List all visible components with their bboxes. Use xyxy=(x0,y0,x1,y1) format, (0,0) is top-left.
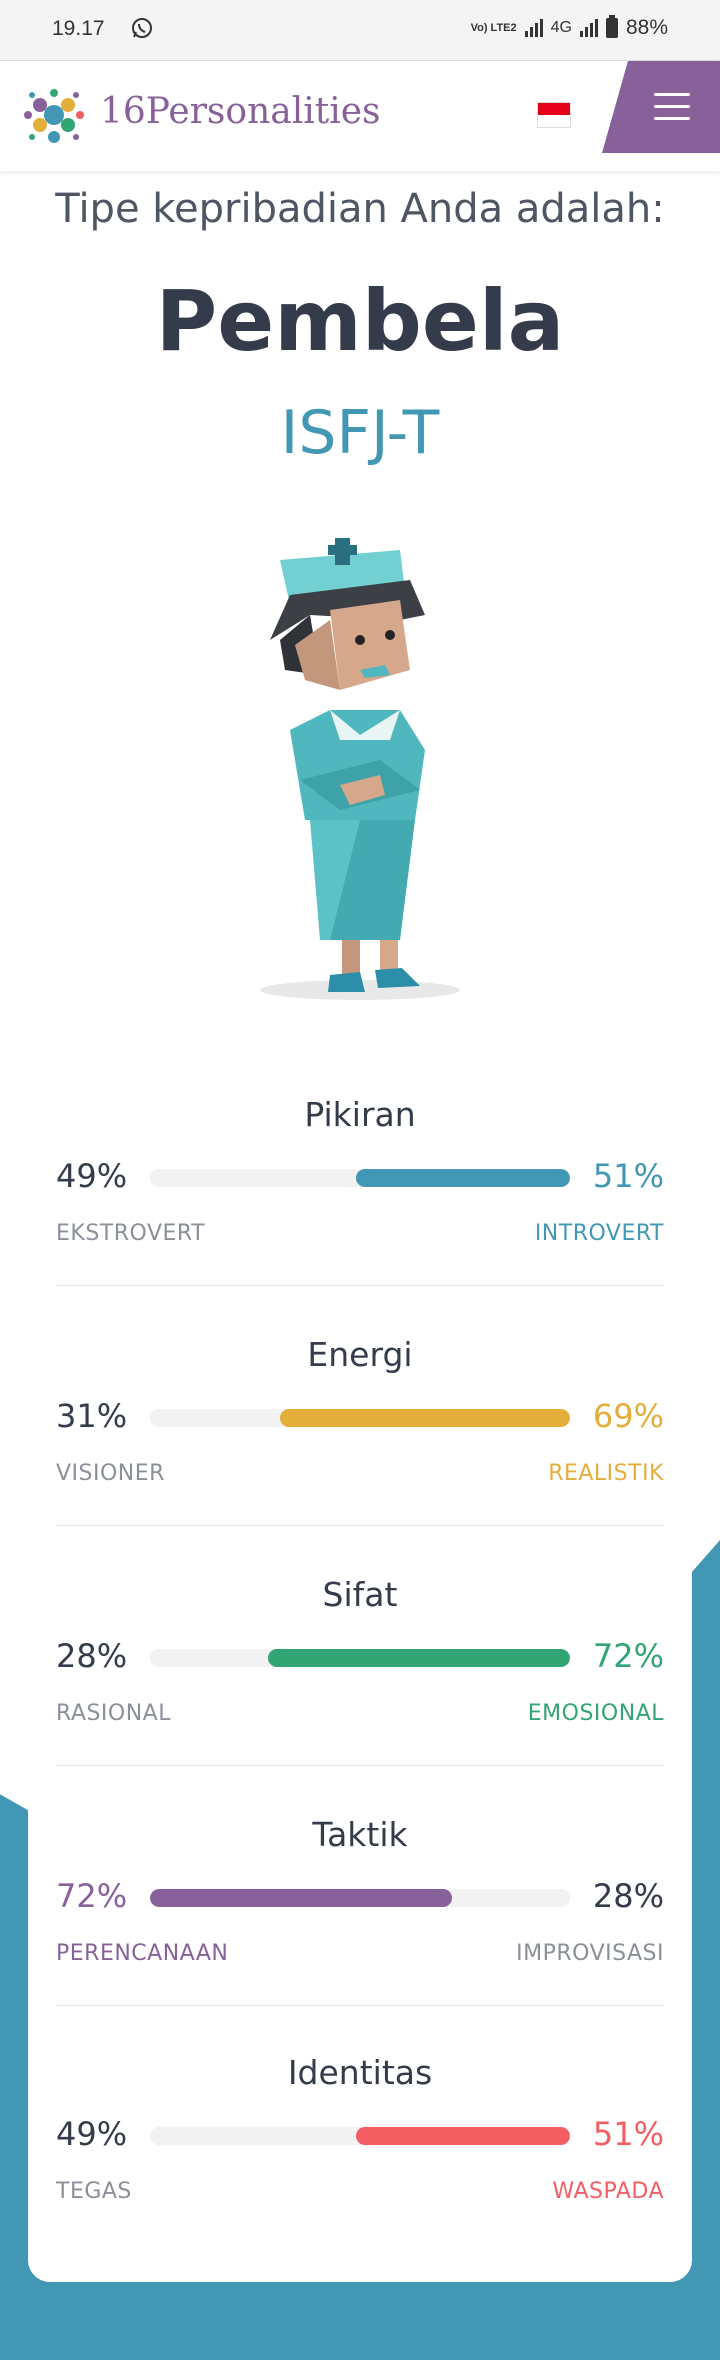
trait-left-percent: 72% xyxy=(56,1877,128,1915)
result-subtitle: Tipe kepribadian Anda adalah: xyxy=(55,186,665,232)
trait-row: Taktik 72% 28% PERENCANAAN IMPROVISASI xyxy=(56,1815,664,2045)
trait-right-percent: 51% xyxy=(592,1157,664,1195)
trait-bar-track xyxy=(150,1649,570,1667)
trait-divider xyxy=(56,1525,664,1526)
trait-divider xyxy=(56,1765,664,1766)
trait-right-percent: 72% xyxy=(592,1637,664,1675)
trait-bar-fill xyxy=(356,1169,570,1187)
trait-right-percent: 28% xyxy=(592,1877,664,1915)
trait-bar-fill xyxy=(356,2127,570,2145)
status-time: 19.17 xyxy=(52,17,105,40)
trait-left-label: VISIONER xyxy=(56,1461,165,1486)
site-header: 16Personalities xyxy=(0,61,720,171)
trait-title: Energi xyxy=(307,1335,413,1374)
trait-divider xyxy=(56,2005,664,2006)
trait-bar-fill xyxy=(150,1889,452,1907)
logo-icon[interactable] xyxy=(18,79,90,151)
trait-right-percent: 51% xyxy=(592,2115,664,2153)
trait-left-label: TEGAS xyxy=(56,2179,132,2204)
trait-bar-track xyxy=(150,1889,570,1907)
personality-name: Pembela xyxy=(155,272,565,370)
whatsapp-icon xyxy=(132,18,152,38)
battery-level: 88% xyxy=(625,16,668,39)
trait-left-label: RASIONAL xyxy=(56,1701,171,1726)
trait-title: Identitas xyxy=(287,2053,433,2092)
personality-code: ISFJ-T xyxy=(280,398,440,468)
trait-right-label: REALISTIK xyxy=(548,1461,664,1486)
hamburger-icon xyxy=(654,93,690,129)
trait-bar-fill xyxy=(280,1409,570,1427)
trait-title: Sifat xyxy=(322,1575,398,1614)
trait-divider xyxy=(56,1285,664,1286)
trait-left-label: EKSTROVERT xyxy=(56,1221,206,1246)
indonesia-flag-icon[interactable] xyxy=(537,102,571,128)
trait-row: Energi 31% 69% VISIONER REALISTIK xyxy=(56,1335,664,1565)
network-type: 4G xyxy=(550,19,572,36)
trait-left-percent: 28% xyxy=(56,1637,128,1675)
trait-bar-track xyxy=(150,2127,570,2145)
trait-left-percent: 49% xyxy=(56,1157,128,1195)
trait-right-label: WASPADA xyxy=(552,2179,664,2204)
status-bar: 19.17 Vo) LTE2 4G 88% xyxy=(0,0,720,61)
trait-bar-track xyxy=(150,1169,570,1187)
volte-indicator: Vo) LTE2 xyxy=(470,21,517,34)
trait-right-label: IMPROVISASI xyxy=(516,1941,664,1966)
trait-right-percent: 69% xyxy=(592,1397,664,1435)
trait-left-percent: 49% xyxy=(56,2115,128,2153)
trait-left-label: PERENCANAAN xyxy=(56,1941,229,1966)
trait-row: Pikiran 49% 51% EKSTROVERT INTROVERT xyxy=(56,1095,664,1325)
brand-name[interactable]: 16Personalities xyxy=(100,91,381,132)
signal-icon-2 xyxy=(579,19,598,37)
trait-title: Taktik xyxy=(312,1815,408,1854)
defender-character-illustration xyxy=(260,538,460,1000)
trait-row: Sifat 28% 72% RASIONAL EMOSIONAL xyxy=(56,1575,664,1805)
trait-row: Identitas 49% 51% TEGAS WASPADA xyxy=(56,2053,664,2283)
trait-title: Pikiran xyxy=(304,1095,416,1134)
battery-icon xyxy=(605,15,618,38)
trait-bar-fill xyxy=(268,1649,570,1667)
trait-bar-track xyxy=(150,1409,570,1427)
trait-right-label: EMOSIONAL xyxy=(527,1701,664,1726)
trait-left-percent: 31% xyxy=(56,1397,128,1435)
signal-icon xyxy=(524,19,543,37)
trait-right-label: INTROVERT xyxy=(534,1221,664,1246)
